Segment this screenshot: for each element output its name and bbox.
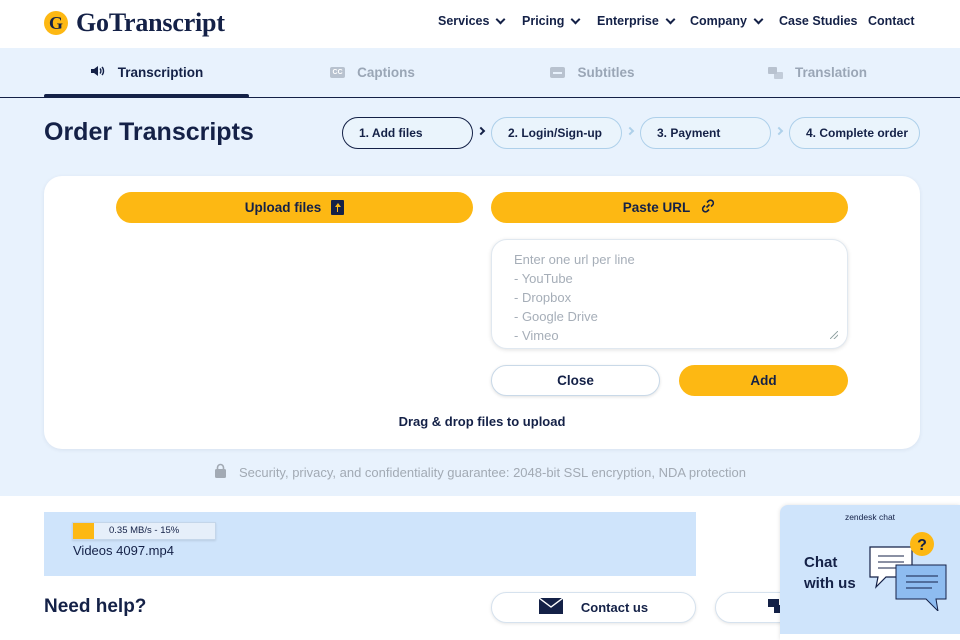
logo-mark-icon: G [44,11,68,35]
need-help-heading: Need help? [44,596,147,617]
chevron-down-icon [753,14,764,24]
cc-icon: CC [330,67,346,78]
nav-contact[interactable]: Contact [868,14,915,28]
chat-label: Chat with us [804,554,856,592]
chevron-down-icon [665,14,676,24]
site-header: G GoTranscript Services Pricing Enterpri… [0,0,960,48]
translate-icon [767,66,783,79]
svg-text:?: ? [917,537,927,554]
active-tab-indicator [44,94,249,98]
nav-company-label: Company [690,14,747,28]
speaker-icon [90,64,106,81]
nav-case-studies-label: Case Studies [779,14,858,28]
drag-drop-text: Drag & drop files to upload [398,414,566,429]
nav-enterprise[interactable]: Enterprise [597,14,676,28]
lock-icon [214,463,227,481]
tab-subtitles[interactable]: Subtitles [490,48,695,97]
subtitles-icon [550,67,566,78]
nav-pricing-label: Pricing [522,14,565,28]
chevron-down-icon [495,14,506,24]
contact-us-label: Contact us [580,600,649,615]
file-name: Videos 4097.mp4 [73,543,174,558]
chat-footer [780,634,960,640]
mail-icon [538,597,564,617]
nav-contact-label: Contact [868,14,915,28]
page-title: Order Transcripts [44,118,254,146]
close-button[interactable]: Close [491,365,660,396]
tab-captions-label: Captions [357,65,415,80]
tab-subtitles-label: Subtitles [577,65,635,80]
nav-company[interactable]: Company [690,14,764,28]
paste-url-button[interactable]: Paste URL [491,192,848,223]
nav-services-label: Services [438,14,490,28]
security-text: Security, privacy, and confidentiality g… [238,464,747,480]
security-note: Security, privacy, and confidentiality g… [0,463,960,481]
nav-services[interactable]: Services [438,14,506,28]
tab-translation-label: Translation [794,65,867,80]
upload-card: Upload files Paste URL Enter one url per… [44,176,920,449]
upload-icon [331,200,345,215]
logo-text: GoTranscript [76,8,225,37]
nav-pricing[interactable]: Pricing [522,14,581,28]
chat-brand: zendesk chat [844,512,896,522]
step-complete-order: 4. Complete order [789,117,920,149]
step-login-signup: 2. Login/Sign-up [491,117,622,149]
contact-us-button[interactable]: Contact us [491,592,696,623]
file-upload-item: 0.35 MB/s - 15% Videos 4097.mp4 [44,512,696,576]
step-add-files: 1. Add files [342,117,473,149]
chevron-right-icon [476,126,486,136]
paste-url-label: Paste URL [622,200,691,215]
nav-case-studies[interactable]: Case Studies [779,14,858,28]
upload-progress-bar: 0.35 MB/s - 15% [72,522,216,540]
tab-captions[interactable]: CC Captions [270,48,475,97]
tab-transcription[interactable]: Transcription [44,48,249,97]
chat-widget[interactable]: zendesk chat Chat with us ? [780,505,960,640]
chat-illustration-icon: ? [868,531,950,616]
progress-text: 0.35 MB/s - 15% [109,525,180,536]
tab-transcription-label: Transcription [117,65,204,80]
tab-translation[interactable]: Translation [715,48,920,97]
chevron-right-icon [774,126,784,136]
step-payment: 3. Payment [640,117,771,149]
upload-files-label: Upload files [244,200,322,215]
progress-fill [73,523,95,539]
resize-grip-icon[interactable] [830,331,838,339]
service-tabs: Transcription CC Captions Subtitles Tran… [0,48,960,98]
logo[interactable]: G GoTranscript [44,8,225,38]
nav-enterprise-label: Enterprise [597,14,659,28]
link-icon [700,198,716,217]
add-button[interactable]: Add [679,365,848,396]
chevron-right-icon [625,126,635,136]
url-textarea[interactable]: Enter one url per line - YouTube - Dropb… [491,239,848,349]
upload-files-button[interactable]: Upload files [116,192,473,223]
chevron-down-icon [570,14,581,24]
